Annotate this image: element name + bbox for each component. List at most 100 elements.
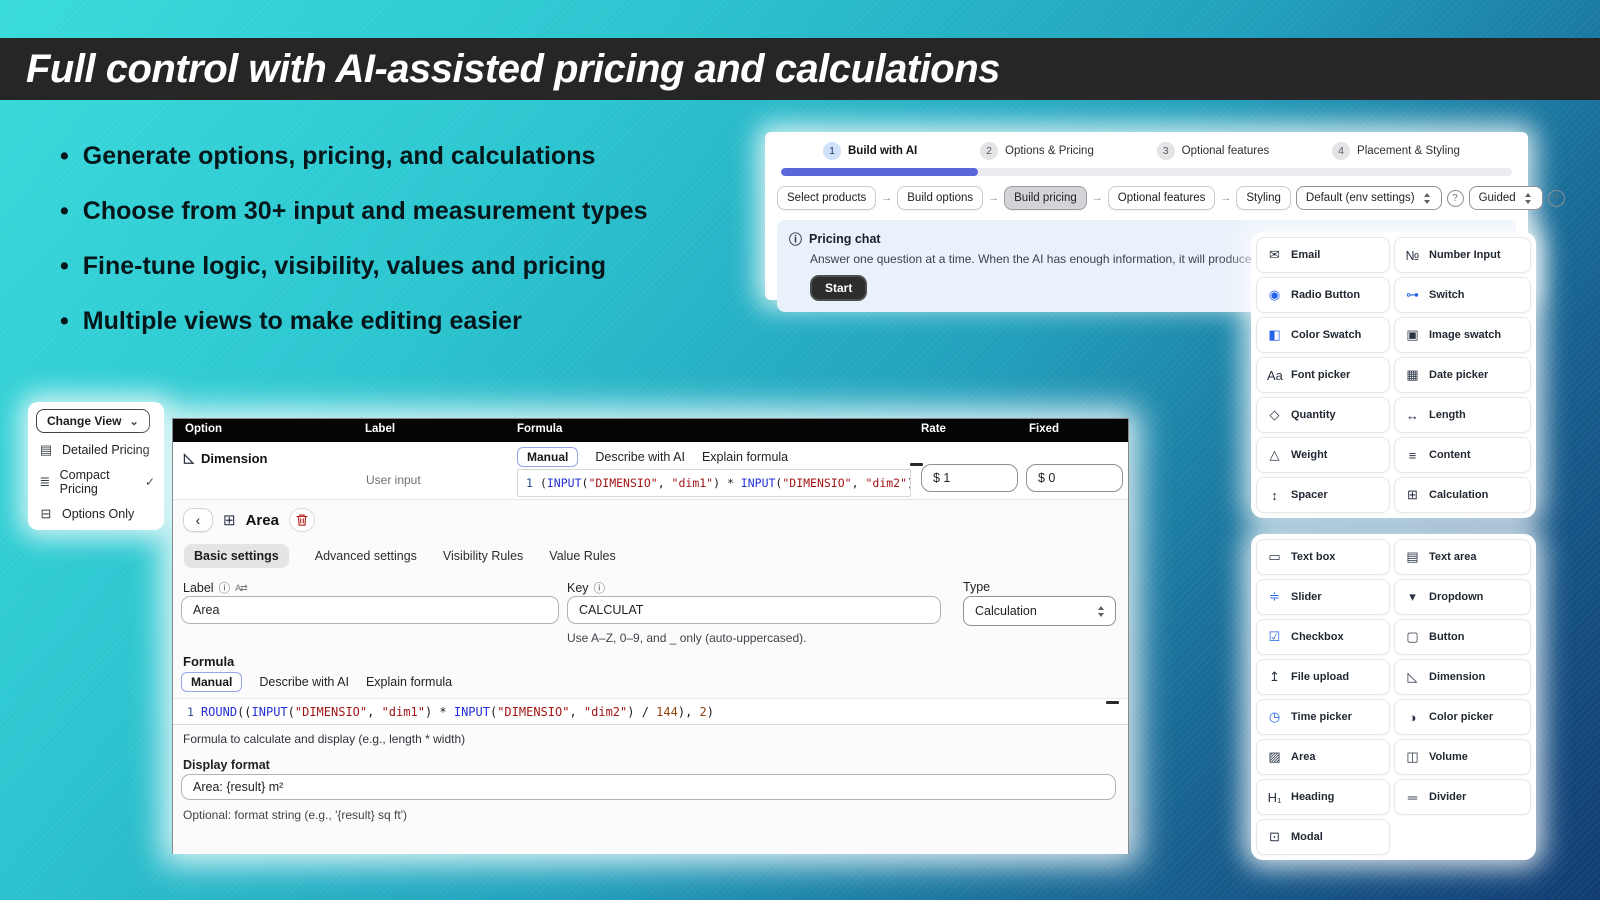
input-type-length[interactable]: ↔Length [1394,397,1531,433]
type-select[interactable]: Calculation [963,596,1116,626]
step-options-pricing[interactable]: 2Options & Pricing [980,142,1094,160]
menu-item-label: Compact Pricing [60,468,136,496]
tab-advanced-settings[interactable]: Advanced settings [315,549,417,563]
input-type-dimension[interactable]: ◺Dimension [1394,659,1531,695]
tab-manual[interactable]: Manual [517,447,578,467]
pricing-chat-title: Pricing chat [809,232,881,246]
check-icon: ✓ [145,475,155,489]
type-field-label: Type [963,580,990,594]
input-type-volume[interactable]: ◫Volume [1394,739,1531,775]
input-type-dropdown[interactable]: ▾Dropdown [1394,579,1531,615]
tab-describe-with-ai[interactable]: Describe with AI [259,675,349,689]
input-type-color-swatch[interactable]: ◧Color Swatch [1256,317,1390,353]
menu-item-compact-pricing[interactable]: ≣Compact Pricing✓ [28,463,164,501]
text-area-icon: ▤ [1405,549,1420,565]
help-icon[interactable]: ? [1447,190,1464,207]
delete-option-button[interactable] [289,508,315,532]
input-type-content[interactable]: ≡Content [1394,437,1531,473]
step-number: 1 [823,142,841,160]
rate-input[interactable] [921,464,1018,492]
translate-icon[interactable]: A⇄ [235,583,247,594]
menu-item-label: Options Only [62,507,134,521]
step-build-with-ai[interactable]: 1Build with AI [823,142,917,160]
display-format-input[interactable] [181,774,1116,800]
help-icon[interactable]: ? [1548,190,1565,207]
step-label: Options & Pricing [1005,145,1094,157]
start-chat-button[interactable]: Start [810,275,867,301]
divider-icon: ═ [1405,790,1420,805]
switch-icon: ⊶ [1405,287,1420,303]
optional-features-button[interactable]: Optional features [1108,186,1216,210]
input-type-spacer[interactable]: ↕Spacer [1256,477,1390,513]
input-type-switch[interactable]: ⊶Switch [1394,277,1531,313]
input-type-label: Volume [1429,751,1468,763]
tab-visibility-rules[interactable]: Visibility Rules [443,549,523,563]
input-type-button[interactable]: ▢Button [1394,619,1531,655]
tab-explain-formula[interactable]: Explain formula [702,450,788,464]
scrollbar-handle[interactable] [910,463,923,466]
content-icon: ≡ [1405,448,1420,463]
info-icon[interactable]: ⓘ [594,580,606,596]
key-input[interactable] [567,596,941,624]
styling-button[interactable]: Styling [1236,186,1291,210]
input-type-weight[interactable]: △Weight [1256,437,1390,473]
tab-explain-formula[interactable]: Explain formula [366,675,452,689]
guided-mode-select[interactable]: Guided [1469,186,1543,210]
input-type-label: Button [1429,631,1464,643]
row-formula-editor[interactable]: 1 (INPUT("DIMENSIO", "dim1") * INPUT("DI… [517,469,911,497]
input-type-radio-button[interactable]: ◉Radio Button [1256,277,1390,313]
input-type-divider[interactable]: ═ Divider [1394,779,1531,815]
bullet-dot-icon: • [60,252,69,281]
input-type-font-picker[interactable]: AaFont picker [1256,357,1390,393]
formula-editor[interactable]: 1 ROUND((INPUT("DIMENSIO", "dim1") * INP… [173,698,1128,725]
input-type-color-picker[interactable]: ◑Color picker [1394,699,1531,735]
step-optional-features[interactable]: 3Optional features [1157,142,1270,160]
menu-item-options-only[interactable]: ⊟Options Only [28,501,164,527]
fixed-input[interactable] [1026,464,1123,492]
input-type-text-box[interactable]: ▭Text box [1256,539,1390,575]
chevron-down-icon: ⌄ [129,415,138,428]
input-type-file-upload[interactable]: ↥File upload [1256,659,1390,695]
input-type-label: Divider [1429,791,1466,803]
env-settings-select[interactable]: Default (env settings) [1296,186,1442,210]
menu-item-detailed-pricing[interactable]: ▤Detailed Pricing [28,437,164,463]
input-type-date-picker[interactable]: ▦Date picker [1394,357,1531,393]
input-type-modal[interactable]: ⊡Modal [1256,819,1390,855]
quantity-icon: ◇ [1267,407,1282,423]
bullet-text: Generate options, pricing, and calculati… [83,142,596,171]
text-box-icon: ▭ [1267,549,1282,565]
tab-value-rules[interactable]: Value Rules [549,549,615,563]
option-input-type: User input [366,473,421,487]
scrollbar-handle[interactable] [1106,701,1119,704]
build-options-button[interactable]: Build options [897,186,983,210]
date-picker-icon: ▦ [1405,367,1420,383]
column-label: Label [365,423,395,435]
input-type-image-swatch[interactable]: ▣Image swatch [1394,317,1531,353]
input-type-time-picker[interactable]: ◷Time picker [1256,699,1390,735]
input-type-text-area[interactable]: ▤Text area [1394,539,1531,575]
input-types-group-2: ▭Text box ▤Text area ≑Slider ▾Dropdown ☑… [1251,534,1536,860]
input-type-email[interactable]: ✉Email [1256,237,1390,273]
change-view-button[interactable]: Change View⌄ [36,409,150,433]
select-products-button[interactable]: Select products [777,186,876,210]
step-placement-styling[interactable]: 4Placement & Styling [1332,142,1460,160]
label-input[interactable] [181,596,559,624]
chevron-updown-icon [1524,193,1533,204]
input-types-group-1: ✉Email №Number Input ◉Radio Button ⊶Swit… [1251,232,1536,518]
tab-basic-settings[interactable]: Basic settings [184,544,289,568]
formula-section-label: Formula [183,654,234,669]
back-button[interactable]: ‹ [183,508,213,532]
tab-describe-with-ai[interactable]: Describe with AI [595,450,685,464]
input-type-checkbox[interactable]: ☑Checkbox [1256,619,1390,655]
input-type-number-input[interactable]: №Number Input [1394,237,1531,273]
input-type-area[interactable]: ▨Area [1256,739,1390,775]
info-icon[interactable]: ⓘ [219,580,231,596]
input-type-calculation[interactable]: ⊞Calculation [1394,477,1531,513]
tab-manual[interactable]: Manual [181,672,242,692]
input-type-label: File upload [1291,671,1349,683]
input-type-heading[interactable]: H₁Heading [1256,779,1390,815]
input-type-label: Slider [1291,591,1322,603]
input-type-quantity[interactable]: ◇Quantity [1256,397,1390,433]
input-type-slider[interactable]: ≑Slider [1256,579,1390,615]
build-pricing-button[interactable]: Build pricing [1004,186,1087,210]
